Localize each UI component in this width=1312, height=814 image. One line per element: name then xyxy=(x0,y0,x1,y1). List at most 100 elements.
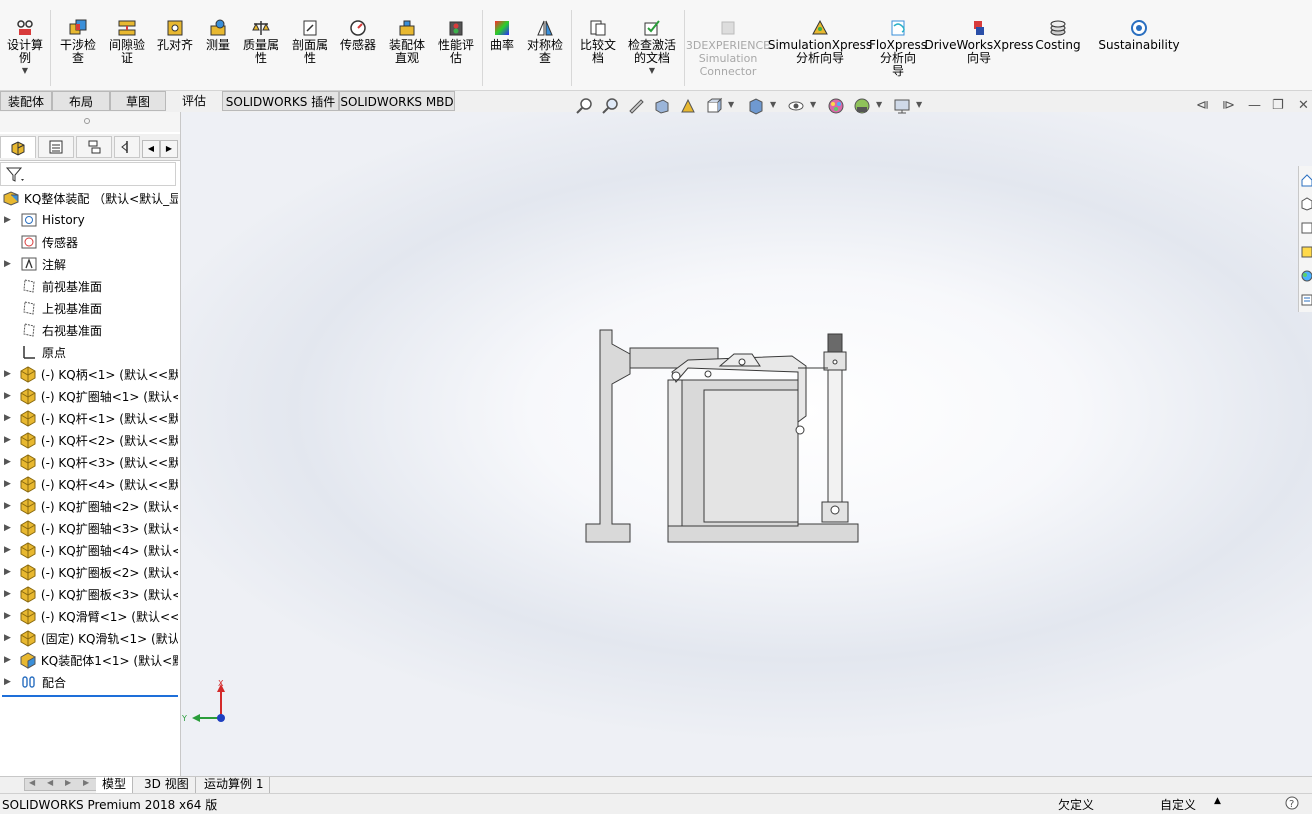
tree-root[interactable]: KQ整体装配 （默认<默认_显示状态-1>） xyxy=(0,187,178,209)
last-tab-icon[interactable]: ▶ xyxy=(83,778,89,787)
tree-item[interactable]: ▶ (-) KQ杆<2> (默认<<默认>_显示状态 1>) xyxy=(0,429,178,451)
expand-arrow-icon[interactable]: ▶ xyxy=(4,677,12,687)
chevron-down-icon[interactable]: ▼ xyxy=(728,100,734,109)
tree-item[interactable]: ▶ (-) KQ杆<4> (默认<<默认>_显示状态 1>) xyxy=(0,473,178,495)
sensor-button[interactable]: 传感器 xyxy=(336,18,380,52)
measure-button[interactable]: 测量 xyxy=(200,18,236,52)
restore-icon[interactable]: ❐ xyxy=(1272,98,1284,113)
previous-view-button[interactable] xyxy=(626,96,646,116)
tree-item[interactable]: ▶ KQ装配体1<1> (默认<默认_显示状态-1>) xyxy=(0,649,178,671)
expand-arrow-icon[interactable]: ▶ xyxy=(4,435,11,445)
chevron-down-icon[interactable]: ▼ xyxy=(876,100,882,109)
tree-item[interactable]: ▶ (-) KQ扩圈板<3> (默认<<默认>_显示状态 1>) xyxy=(0,583,178,605)
floxpress-button[interactable]: FloXpress 分析向 导 xyxy=(869,18,927,78)
3dexperience-connector-button[interactable]: 3DEXPERIENCE Simulation Connector xyxy=(686,18,770,78)
performance-evaluation-button[interactable]: 性能评 估 xyxy=(433,18,479,65)
expand-arrow-icon[interactable]: ▶ xyxy=(4,633,11,643)
chevron-down-icon[interactable]: ▼ xyxy=(810,100,816,109)
costing-button[interactable]: Costing xyxy=(1032,18,1084,52)
symmetry-check-button[interactable]: 对称检 查 xyxy=(522,18,568,65)
tab-layout[interactable]: 布局 xyxy=(52,91,110,111)
tabs-scroll-left-icon[interactable]: ◀ xyxy=(142,140,160,158)
compare-documents-button[interactable]: 比较文 档 xyxy=(575,18,621,65)
expand-arrow-icon[interactable]: ▶ xyxy=(4,413,11,423)
view-orientation-button[interactable] xyxy=(704,96,724,116)
tree-item[interactable]: 传感器 xyxy=(0,231,178,253)
tree-item[interactable]: ▶ (-) KQ扩圈轴<4> (默认<<默认>_显示状态 1>) xyxy=(0,539,178,561)
tab-solidworks-addins[interactable]: SOLIDWORKS 插件 xyxy=(222,91,339,111)
expand-arrow-icon[interactable]: ▶ xyxy=(4,545,11,555)
tree-item[interactable]: ▶ (-) KQ滑臂<1> (默认<<默认>_显示状态 1>) xyxy=(0,605,178,627)
view-settings-button[interactable] xyxy=(892,96,912,116)
section-properties-button[interactable]: 剖面属 性 xyxy=(287,18,333,65)
tree-item[interactable]: ▶ (-) KQ扩圈轴<1> (默认<<默认>_显示状态 1>) xyxy=(0,385,178,407)
tree-item[interactable]: ▶ (-) KQ扩圈轴<2> (默认<<默认>_显示状态 1>) xyxy=(0,495,178,517)
tree-item[interactable]: ▶ (-) KQ杆<1> (默认<<默认>_显示状态 1>) xyxy=(0,407,178,429)
display-style-button[interactable] xyxy=(746,96,766,116)
tree-item[interactable]: ▶ (-) KQ杆<3> (默认<<默认>_显示状态 1>) xyxy=(0,451,178,473)
expand-arrow-icon[interactable]: ▶ xyxy=(4,501,11,511)
chevron-down-icon[interactable]: ▼ xyxy=(649,67,655,75)
previous-tab-icon[interactable]: ◀ xyxy=(47,778,53,787)
interference-detection-button[interactable]: 干涉检 查 xyxy=(55,18,101,65)
view-palette-icon[interactable] xyxy=(1300,242,1312,262)
tab-configuration-manager[interactable] xyxy=(76,136,112,158)
close-icon[interactable]: ✕ xyxy=(1298,98,1309,113)
tab-solidworks-mbd[interactable]: SOLIDWORKS MBD xyxy=(339,91,455,111)
expand-arrow-icon[interactable]: ▶ xyxy=(4,215,12,225)
tree-filter[interactable] xyxy=(0,162,176,186)
tabs-scroll-right-icon[interactable]: ▶ xyxy=(160,140,178,158)
tree-item[interactable]: ▶ 配合 xyxy=(0,671,178,693)
tab-scroll-buttons[interactable]: ◀ ◀ ▶ ▶ xyxy=(24,778,98,791)
tree-item[interactable]: ▶ History xyxy=(0,209,178,231)
expand-arrow-icon[interactable]: ▶ xyxy=(4,259,12,269)
clearance-verification-button[interactable]: 间隙验 证 xyxy=(104,18,150,65)
first-tab-icon[interactable]: ◀ xyxy=(29,778,35,787)
tree-item[interactable]: ▶ (-) KQ扩圈轴<3> (默认<<默认>_显示状态 1>) xyxy=(0,517,178,539)
tree-item[interactable]: ▶ (-) KQ柄<1> (默认<<默认>_显示状态 1>) xyxy=(0,363,178,385)
tree-item[interactable]: 原点 xyxy=(0,341,178,363)
next-window-icon[interactable]: ⧐ xyxy=(1222,98,1235,113)
expand-arrow-icon[interactable]: ▶ xyxy=(4,655,11,665)
tab-sketch[interactable]: 草图 xyxy=(110,91,166,111)
tree-item[interactable]: 上视基准面 xyxy=(0,297,178,319)
custom-properties-icon[interactable] xyxy=(1300,290,1312,310)
design-library-icon[interactable] xyxy=(1300,194,1312,214)
chevron-down-icon[interactable]: ▼ xyxy=(22,67,28,75)
hide-show-items-button[interactable] xyxy=(786,96,806,116)
assembly-visualization-button[interactable]: 装配体 直观 xyxy=(384,18,430,65)
expand-arrow-icon[interactable]: ▶ xyxy=(4,479,11,489)
apply-scene-button[interactable] xyxy=(852,96,872,116)
home-icon[interactable] xyxy=(1300,170,1312,190)
expand-arrow-icon[interactable]: ▶ xyxy=(4,567,11,577)
design-study-button[interactable]: 设计算 例 ▼ xyxy=(4,18,46,75)
tab-dimxpert[interactable] xyxy=(114,136,140,158)
minimize-icon[interactable]: — xyxy=(1248,98,1261,113)
tab-model[interactable]: 模型 xyxy=(96,777,134,793)
previous-window-icon[interactable]: ⧏ xyxy=(1196,98,1209,113)
tab-feature-manager[interactable] xyxy=(0,136,36,158)
tab-motion-study[interactable]: 运动算例 1 xyxy=(198,777,271,793)
zoom-to-fit-button[interactable] xyxy=(574,96,594,116)
tree-item[interactable]: 右视基准面 xyxy=(0,319,178,341)
tree-item[interactable]: 前视基准面 xyxy=(0,275,178,297)
curvature-button[interactable]: 曲率 xyxy=(486,18,518,52)
tab-assembly[interactable]: 装配体 xyxy=(0,91,52,111)
sustainability-button[interactable]: Sustainability xyxy=(1098,18,1180,52)
rollback-bar[interactable] xyxy=(2,695,178,697)
expand-arrow-icon[interactable]: ▶ xyxy=(4,369,11,379)
units-selector[interactable]: 自定义 xyxy=(1160,796,1196,813)
chevron-down-icon[interactable]: ▼ xyxy=(770,100,776,109)
help-icon[interactable]: ? xyxy=(1284,795,1300,814)
chevron-down-icon[interactable]: ▼ xyxy=(916,100,922,109)
dynamic-annotation-button[interactable] xyxy=(678,96,698,116)
tree-item[interactable]: ▶ (-) KQ扩圈板<2> (默认<<默认>_显示状态 1>) xyxy=(0,561,178,583)
hole-alignment-button[interactable]: 孔对齐 xyxy=(153,18,197,52)
driveworksxpress-button[interactable]: DriveWorksXpress 向导 xyxy=(924,18,1034,65)
assembly-model[interactable] xyxy=(584,326,860,544)
expand-arrow-icon[interactable]: ▶ xyxy=(4,457,11,467)
section-view-button[interactable] xyxy=(652,96,672,116)
panel-grip[interactable] xyxy=(0,112,180,132)
expand-arrow-icon[interactable]: ▶ xyxy=(4,391,11,401)
tree-item[interactable]: ▶ (固定) KQ滑轨<1> (默认<<默认>_显示状态 1>) xyxy=(0,627,178,649)
